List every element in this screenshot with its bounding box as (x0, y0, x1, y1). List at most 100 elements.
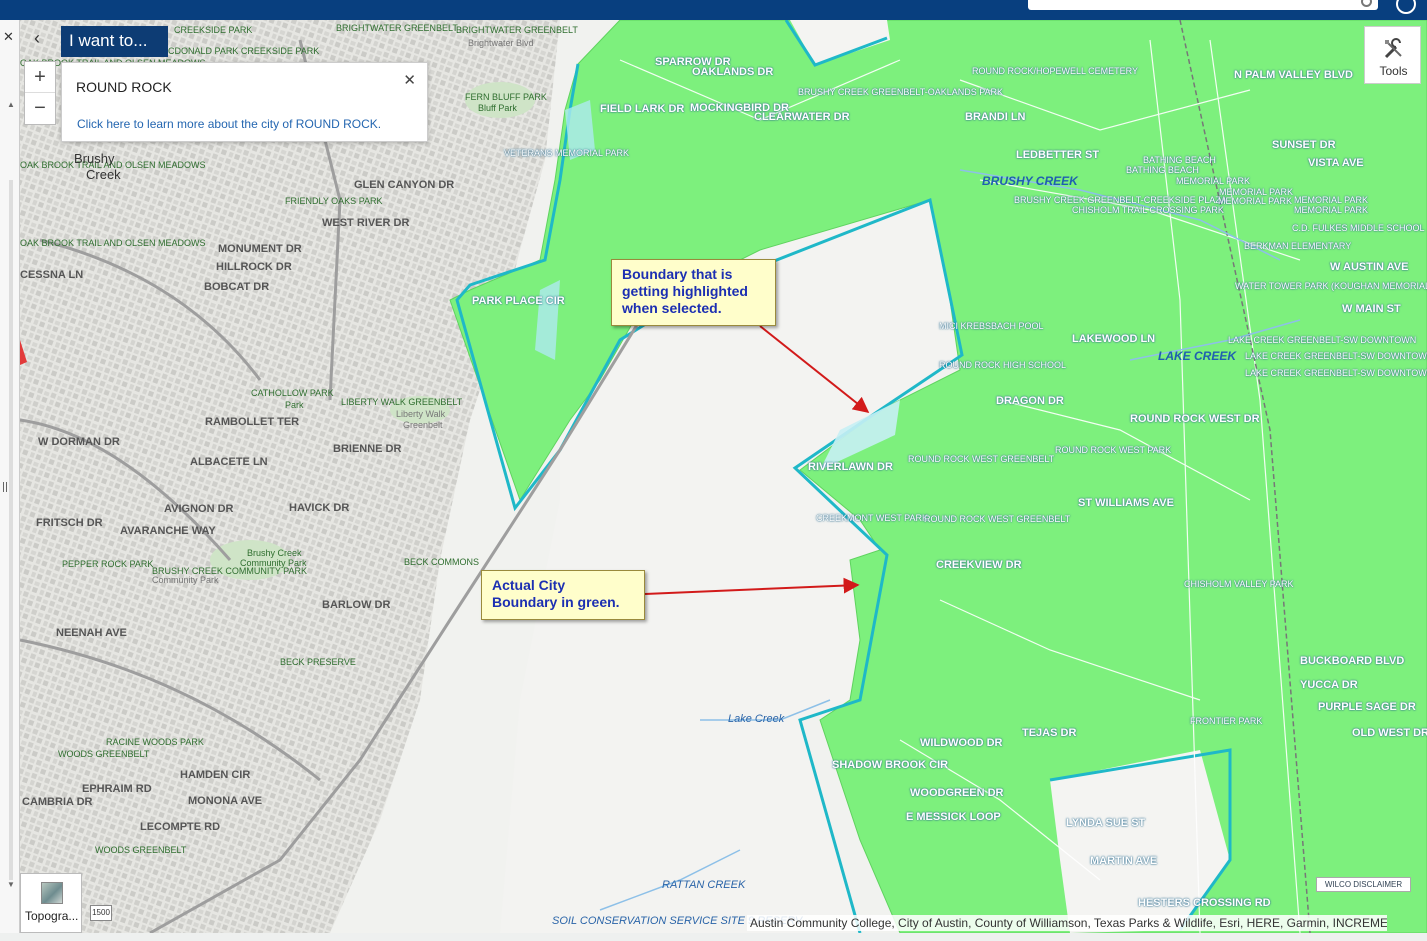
map-label: BRIGHTWATER GREENBELT (456, 25, 578, 35)
search-input[interactable] (1028, 0, 1378, 10)
help-icon[interactable] (1396, 0, 1416, 14)
map-label: BATHING BEACH (1126, 165, 1199, 175)
map-label: HAVICK DR (289, 502, 350, 514)
close-icon[interactable]: ✕ (3, 29, 14, 45)
basemap-toggle[interactable]: Topogra... (20, 873, 82, 933)
scroll-up-icon[interactable]: ▲ (7, 100, 15, 109)
map-label: PEPPER ROCK PARK (62, 559, 154, 569)
map-label: ALBACETE LN (190, 456, 268, 468)
close-icon[interactable]: ✕ (403, 71, 416, 89)
map-label: FRITSCH DR (36, 517, 103, 529)
map-label: AVIGNON DR (164, 503, 234, 515)
map-label: CREEKVIEW DR (936, 559, 1022, 571)
map-label: LECOMPTE RD (140, 821, 221, 833)
map-label: N PALM VALLEY BLVD (1234, 69, 1353, 81)
map-label: LAKE CREEK GREENBELT-SW DOWNTOWN (1228, 335, 1417, 345)
map-label: BATHING BEACH (1143, 155, 1216, 165)
map-label: MEMORIAL PARK (1294, 205, 1369, 215)
map-label: SUNSET DR (1272, 139, 1336, 151)
map-label: CHISHOLM VALLEY PARK (1184, 579, 1294, 589)
map-label: C.D. FULKES MIDDLE SCHOOL (1292, 223, 1425, 233)
map-label: WILDWOOD DR (920, 737, 1003, 749)
map-label: BOBCAT DR (204, 281, 270, 293)
map-label: FIELD LARK DR (600, 103, 685, 115)
map-label: MARTIN AVE (1090, 855, 1158, 867)
map-label: Lake Creek (728, 713, 785, 725)
map-label: ROUND ROCK WEST PARK (1055, 445, 1172, 455)
map-label: ST WILLIAMS AVE (1078, 497, 1174, 509)
map-label: RIVERLAWN DR (808, 461, 893, 473)
map-label: VETERANS MEMORIAL PARK (504, 148, 630, 158)
map-label: RATTAN CREEK (662, 879, 746, 891)
popup-link[interactable]: Click here to learn more about the city … (77, 117, 381, 131)
map-label: HAMDEN CIR (180, 769, 251, 781)
zoom-control: + − (24, 61, 56, 125)
map-label: BRUSHY CREEK (982, 174, 1078, 188)
scroll-down-icon[interactable]: ▼ (7, 880, 15, 889)
map-label: BECK COMMONS (404, 557, 480, 567)
search-icon[interactable] (1361, 0, 1372, 7)
map-label: LAKE CREEK GREENBELT-SW DOWNTOWN (1245, 368, 1427, 378)
map-label: HESTERS CROSSING RD (1138, 897, 1271, 909)
map-label: MEMORIAL PARK (1294, 195, 1369, 205)
map-label: Greenbelt (403, 420, 443, 430)
map-label: TEJAS DR (1022, 727, 1077, 739)
map-label: ROUND ROCK WEST GREENBELT (924, 514, 1071, 524)
chevron-left-icon[interactable]: ‹ (26, 28, 48, 50)
map-label: RACINE WOODS PARK (106, 737, 204, 747)
map-label: LEDBETTER ST (1016, 149, 1100, 161)
map-label: MONUMENT DR (218, 243, 302, 255)
zoom-out-button[interactable]: − (25, 93, 55, 124)
left-panel-strip: ✕ ▲ ▼ (0, 20, 20, 933)
info-popup: ROUND ROCK ✕ Click here to learn more ab… (61, 62, 428, 142)
map-label: Brightwater Blvd (468, 38, 534, 48)
zoom-in-button[interactable]: + (25, 62, 55, 93)
map-label: BERKMAN ELEMENTARY (1244, 241, 1352, 251)
map-label: GLEN CANYON DR (354, 179, 455, 191)
map-label: RAMBOLLET TER (205, 416, 300, 428)
map-label: LAKEWOOD LN (1072, 333, 1156, 345)
map-label: CHISHOLM TRAIL CROSSING PARK (1072, 205, 1224, 215)
map-label: OLD WEST DR (1352, 727, 1427, 739)
map-label: OAKLANDS DR (692, 66, 774, 78)
map-label: CAMBRIA DR (22, 796, 93, 808)
scrollbar[interactable] (9, 180, 13, 880)
map-label: CLEARWATER DR (754, 111, 850, 123)
scale-indicator: 1500 (90, 905, 112, 921)
map-label: MONONA AVE (188, 795, 263, 807)
map-label: Community Park (152, 575, 219, 585)
map-label: Park (285, 400, 304, 410)
map-view[interactable]: BRIGHTWATER GREENBELT BRIGHTWATER GREENBE… (0, 20, 1427, 933)
map-label: LYNDA SUE ST (1066, 817, 1146, 829)
panel-resize-handle[interactable] (3, 482, 7, 492)
map-label: BUCKBOARD BLVD (1300, 655, 1405, 667)
map-label: CESSNA LN (20, 269, 84, 281)
i-want-to-button[interactable]: I want to... (61, 26, 168, 57)
map-label: BECK PRESERVE (280, 657, 356, 667)
map-label: FERN BLUFF PARK (465, 92, 547, 102)
map-label: BRIGHTWATER GREENBELT (336, 23, 458, 33)
map-label: LAKE CREEK GREENBELT-SW DOWNTOWN (1245, 351, 1427, 361)
map-label: ROUND ROCK WEST GREENBELT (908, 454, 1055, 464)
map-label: W AUSTIN AVE (1330, 261, 1409, 273)
header-bar (0, 0, 1427, 20)
map-label: ROUND ROCK/HOPEWELL CEMETERY (972, 66, 1139, 76)
map-label: MEMORIAL PARK (1176, 176, 1251, 186)
disclaimer-button[interactable]: WILCO DISCLAIMER (1316, 877, 1411, 892)
map-label: BRIENNE DR (333, 443, 402, 455)
tools-button[interactable]: Tools (1364, 26, 1421, 84)
map-label: Brushy Creek (247, 548, 302, 558)
map-label: DRAGON DR (996, 395, 1064, 407)
map-label: Bluff Park (478, 103, 517, 113)
map-label: WATER TOWER PARK (KOUGHAN MEMORIAL) (1235, 281, 1427, 291)
map-label: Liberty Walk (396, 409, 446, 419)
map-label: SHADOW BROOK CIR (832, 759, 949, 771)
map-label: EPHRAIM RD (82, 783, 152, 795)
map-label: W MAIN ST (1342, 303, 1401, 315)
bottom-bar (0, 933, 1427, 941)
map-label: OAK BROOK TRAIL AND OLSEN MEADOWS (20, 238, 206, 248)
map-label: ROUND ROCK HIGH SCHOOL (939, 360, 1067, 370)
map-label: CREEKSIDE PARK (174, 25, 253, 35)
map-label: MEMORIAL PARK (1218, 196, 1293, 206)
map-attribution: Austin Community College, City of Austin… (747, 915, 1387, 931)
